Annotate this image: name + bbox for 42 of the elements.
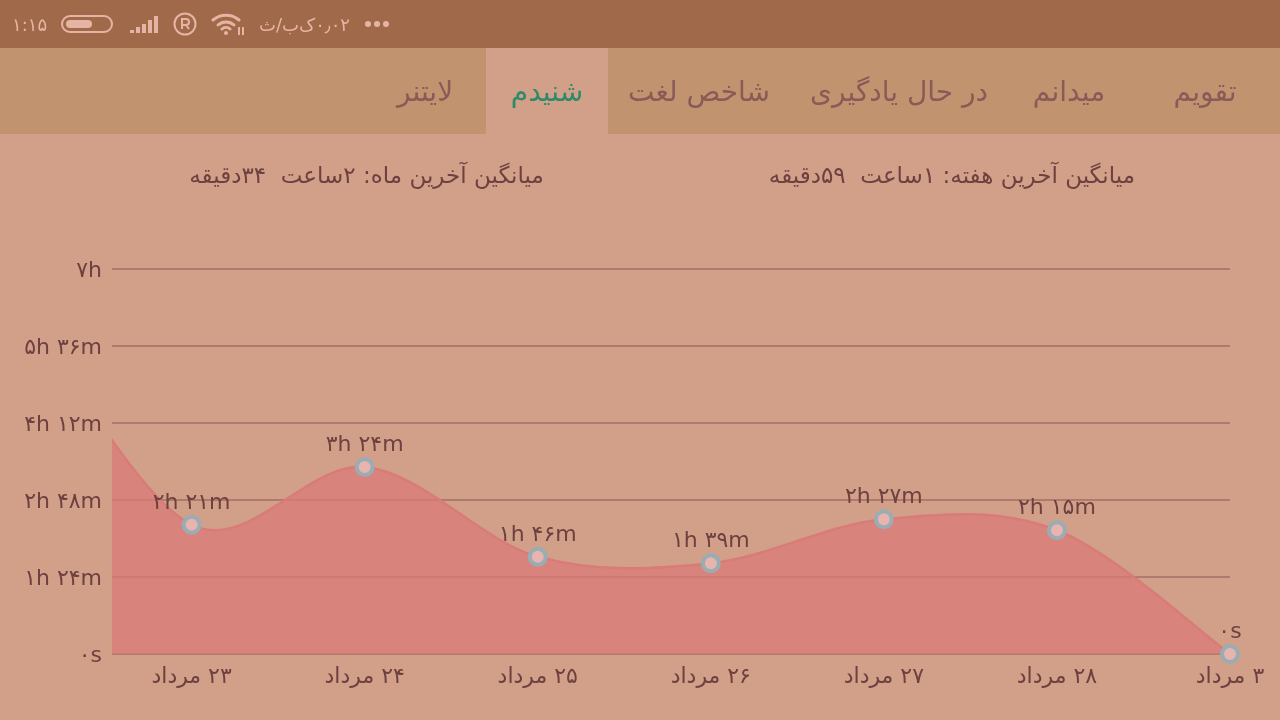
- network-speed: ۰٫۰۲ک‌ب/ث: [259, 13, 350, 35]
- registered-icon: [173, 12, 198, 36]
- y-axis-label: ۵h ۳۶m: [24, 334, 102, 359]
- tab[interactable]: میدانم: [1008, 48, 1130, 134]
- value-label: ۰s: [1218, 618, 1242, 643]
- clock: ۱:۱۵: [12, 13, 48, 35]
- x-axis-label: ۲۵ مرداد: [497, 663, 578, 688]
- average-summary: میانگین آخرین ماه: ۲ساعت ۳۴دقیقه: [189, 161, 544, 188]
- signal-icon: [129, 14, 160, 34]
- data-point: [527, 546, 548, 567]
- y-axis-label: ۴h ۱۲m: [24, 411, 102, 436]
- data-point: [181, 514, 202, 535]
- data-point: [1220, 644, 1240, 664]
- x-axis-label: ۲۳ مرداد: [151, 663, 232, 688]
- data-point: [1046, 520, 1067, 541]
- y-axis-label: ۲h ۴۸m: [24, 488, 102, 513]
- tab[interactable]: لایتنر: [364, 48, 487, 134]
- x-axis-label: ۳ مرداد: [1195, 663, 1265, 688]
- y-axis-label: ۰s: [78, 642, 102, 667]
- value-label: ۱h ۳۹m: [671, 527, 750, 553]
- battery-icon: [61, 14, 116, 34]
- more-icon: [364, 19, 390, 29]
- x-axis-label: ۲۸ مرداد: [1016, 663, 1098, 688]
- y-axis-label: ۱h ۲۴m: [24, 565, 102, 590]
- value-label: ۲h ۱۵m: [1018, 494, 1096, 520]
- value-label: ۲h ۲۱m: [152, 488, 231, 514]
- y-axis-label: ۷h: [76, 257, 102, 282]
- data-point: [354, 457, 375, 477]
- tab[interactable]: شنیدم: [486, 48, 609, 134]
- value-label: ۳h ۲۴m: [325, 431, 404, 456]
- x-axis-label: ۲۶ مرداد: [670, 663, 751, 688]
- tab[interactable]: در حال یادگیری: [790, 48, 1008, 134]
- data-point: [873, 509, 894, 530]
- tab[interactable]: تقویم: [1130, 48, 1280, 134]
- value-label: ۲h ۲۷m: [844, 483, 923, 509]
- data-point: [700, 553, 721, 574]
- x-axis-label: ۲۴ مرداد: [324, 663, 405, 688]
- wifi-icon: [211, 12, 246, 36]
- x-axis-label: ۲۷ مرداد: [843, 663, 924, 688]
- average-summary: میانگین آخرین هفته: ۱ساعت ۵۹دقیقه: [768, 161, 1135, 188]
- tab[interactable]: شاخص لغت: [608, 48, 791, 134]
- value-label: ۱h ۴۶m: [498, 520, 577, 546]
